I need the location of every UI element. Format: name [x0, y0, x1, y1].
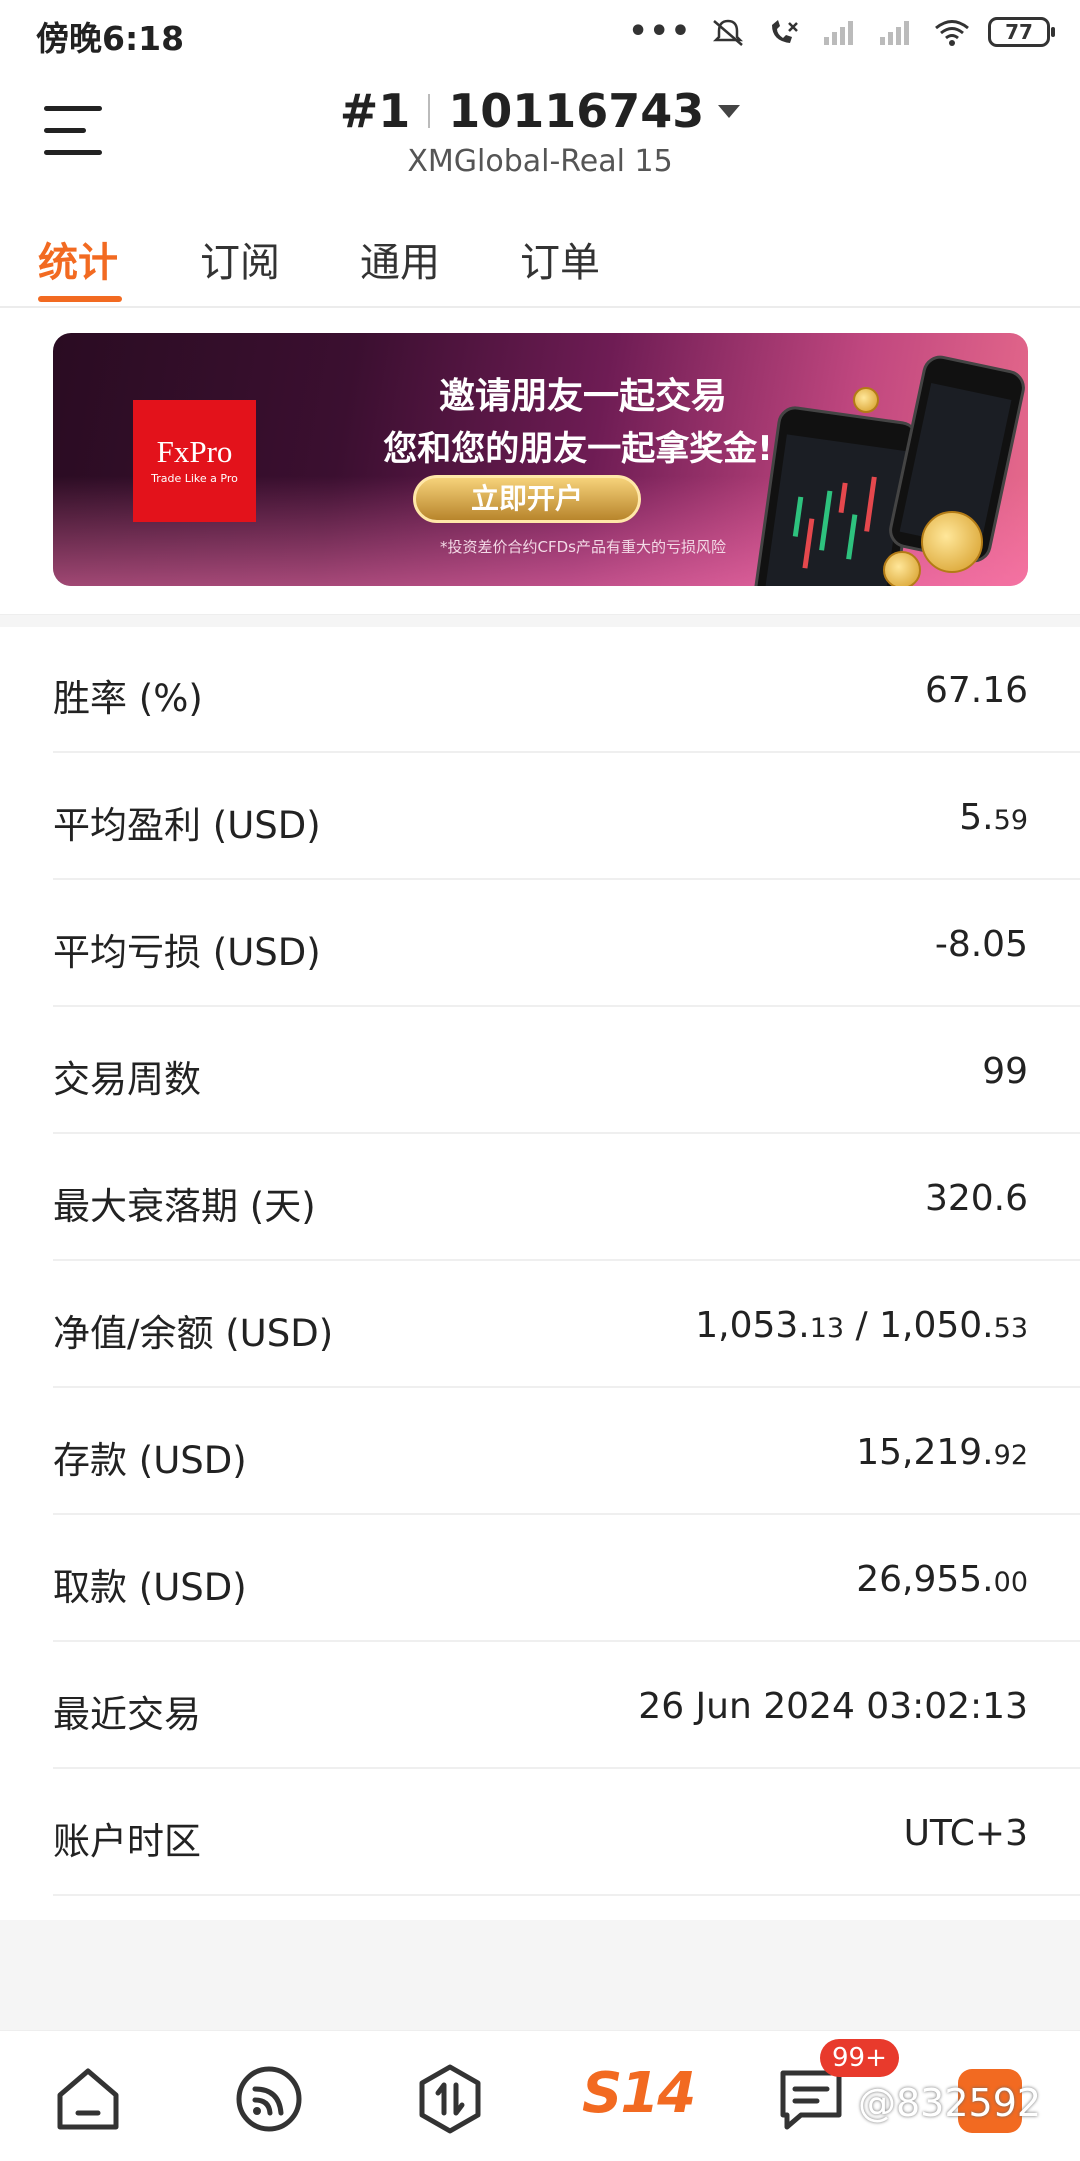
- s14-logo[interactable]: S14: [582, 2061, 696, 2126]
- status-bar: 傍晚6:18 ••• 77: [0, 0, 1080, 70]
- missed-call-icon: [772, 19, 798, 43]
- stat-row-avg-profit: 平均盈利 (USD) 5.59: [53, 753, 1080, 880]
- account-selector[interactable]: #1 10116743 XMGlobal-Real 15: [0, 84, 1080, 179]
- battery-icon: 77: [988, 16, 1055, 47]
- trade-icon[interactable]: [414, 2063, 486, 2135]
- feed-icon[interactable]: [233, 2063, 305, 2135]
- stat-row-trading-weeks: 交易周数 99: [53, 1007, 1080, 1134]
- account-rank: #1: [339, 84, 411, 138]
- stat-row-avg-loss: 平均亏损 (USD) -8.05: [53, 880, 1080, 1007]
- app-header: #1 10116743 XMGlobal-Real 15: [0, 70, 1080, 220]
- bottom-navigation: S14 99+ @832592: [0, 2030, 1080, 2161]
- home-icon[interactable]: [52, 2063, 124, 2135]
- tab-bar: 统计 订阅 通用 订单: [0, 220, 1080, 308]
- tab-subscribe[interactable]: 订阅: [200, 230, 280, 288]
- stat-row-win-rate: 胜率 (%) 67.16: [53, 626, 1080, 753]
- signal-icon-2: [880, 20, 909, 45]
- stat-row-withdrawal: 取款 (USD) 26,955.00: [53, 1515, 1080, 1642]
- banner-subheadline: 您和您的朋友一起拿奖金!: [383, 429, 773, 469]
- statistics-list: 胜率 (%) 67.16 平均盈利 (USD) 5.59 平均亏损 (USD) …: [0, 626, 1080, 1896]
- stat-row-equity-balance: 净值/余额 (USD) 1,053.13 / 1,050.53: [53, 1261, 1080, 1388]
- wifi-icon: [935, 19, 969, 46]
- coin-icon-tiny: [853, 387, 879, 413]
- more-dots-icon: •••: [628, 14, 692, 49]
- fxpro-logo: FxPro Trade Like a Pro: [133, 400, 256, 522]
- stat-row-last-trade: 最近交易 26 Jun 2024 03:02:13: [53, 1642, 1080, 1769]
- stat-row-deposit: 存款 (USD) 15,219.92: [53, 1388, 1080, 1515]
- status-icons: ••• 77: [628, 14, 1055, 49]
- notification-badge: 99+: [820, 2039, 899, 2077]
- server-name: XMGlobal-Real 15: [407, 144, 673, 179]
- coin-icon: [921, 511, 983, 573]
- account-number: 10116743: [448, 84, 705, 138]
- status-time: 傍晚6:18: [36, 19, 185, 58]
- tab-statistics[interactable]: 统计: [38, 230, 118, 288]
- tab-orders[interactable]: 订单: [520, 230, 600, 288]
- watermark-text: @832592: [858, 2081, 1042, 2125]
- stat-row-timezone: 账户时区 UTC+3: [53, 1769, 1080, 1896]
- promo-banner[interactable]: FxPro Trade Like a Pro 邀请朋友一起交易 您和您的朋友一起…: [53, 333, 1028, 586]
- signal-icon: [824, 20, 853, 45]
- footer-spacer: [0, 1920, 1080, 2030]
- tab-general[interactable]: 通用: [360, 230, 440, 288]
- stat-row-max-drawdown-period: 最大衰落期 (天) 320.6: [53, 1134, 1080, 1261]
- active-tab-indicator: [38, 296, 122, 302]
- dropdown-caret-icon[interactable]: [718, 104, 741, 118]
- open-account-button[interactable]: 立即开户: [413, 475, 641, 523]
- coin-icon-small: [883, 551, 921, 586]
- banner-headline: 邀请朋友一起交易: [438, 376, 727, 417]
- mute-bell-icon: [712, 19, 744, 46]
